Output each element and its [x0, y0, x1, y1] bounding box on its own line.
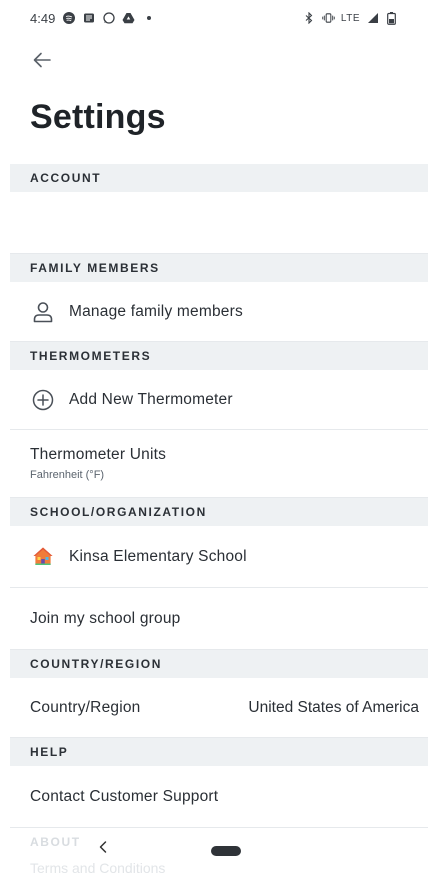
- back-button[interactable]: [30, 50, 54, 74]
- vibrate-icon: [322, 12, 335, 25]
- join-school-group-row[interactable]: Join my school group: [10, 588, 428, 650]
- school-row[interactable]: Kinsa Elementary School: [10, 526, 428, 588]
- nav-back-button[interactable]: [98, 840, 108, 859]
- system-navigation-bar: [0, 834, 428, 874]
- news-icon: [82, 12, 95, 25]
- section-header-account: ACCOUNT: [10, 164, 428, 192]
- school-name: Kinsa Elementary School: [69, 547, 247, 565]
- add-new-thermometer-row[interactable]: Add New Thermometer: [10, 370, 428, 430]
- join-school-group-label: Join my school group: [30, 609, 181, 627]
- thermometer-units-row[interactable]: Thermometer Units Fahrenheit (°F): [10, 430, 428, 498]
- drive-icon: [122, 12, 135, 25]
- arrow-left-icon: [33, 52, 51, 73]
- country-region-row[interactable]: Country/Region United States of America: [10, 678, 428, 738]
- whatsapp-icon: [102, 12, 115, 25]
- section-header-thermometers: THERMOMETERS: [10, 342, 428, 370]
- manage-family-members-row[interactable]: Manage family members: [10, 282, 428, 342]
- thermometer-units-value: Fahrenheit (°F): [30, 469, 105, 481]
- person-icon: [30, 299, 56, 325]
- contact-customer-support-label: Contact Customer Support: [30, 787, 219, 805]
- status-bar: 4:49 LTE: [0, 0, 428, 36]
- signal-icon: [366, 12, 379, 25]
- spotify-icon: [62, 12, 75, 25]
- school-house-icon: [30, 544, 56, 570]
- country-region-label: Country/Region: [30, 698, 141, 716]
- manage-family-members-label: Manage family members: [69, 302, 243, 320]
- section-header-help: HELP: [10, 738, 428, 766]
- contact-customer-support-row[interactable]: Contact Customer Support: [10, 766, 428, 828]
- settings-list: ACCOUNT FAMILY MEMBERS Manage family mem…: [10, 164, 428, 856]
- thermometer-units-label: Thermometer Units: [30, 446, 167, 463]
- battery-icon: [385, 11, 398, 25]
- add-new-thermometer-label: Add New Thermometer: [69, 390, 233, 408]
- section-header-country-region: COUNTRY/REGION: [10, 650, 428, 678]
- country-region-value: United States of America: [248, 698, 419, 716]
- nav-home-pill[interactable]: [211, 846, 241, 856]
- section-header-family-members: FAMILY MEMBERS: [10, 254, 428, 282]
- page-title: Settings: [30, 98, 166, 136]
- status-time: 4:49: [30, 10, 56, 26]
- network-type: LTE: [340, 12, 360, 24]
- bluetooth-icon: [303, 12, 316, 25]
- section-header-school-organization: SCHOOL/ORGANIZATION: [10, 498, 428, 526]
- notification-dot-icon: [142, 12, 155, 25]
- account-row[interactable]: [10, 192, 428, 254]
- plus-circle-icon: [30, 387, 56, 413]
